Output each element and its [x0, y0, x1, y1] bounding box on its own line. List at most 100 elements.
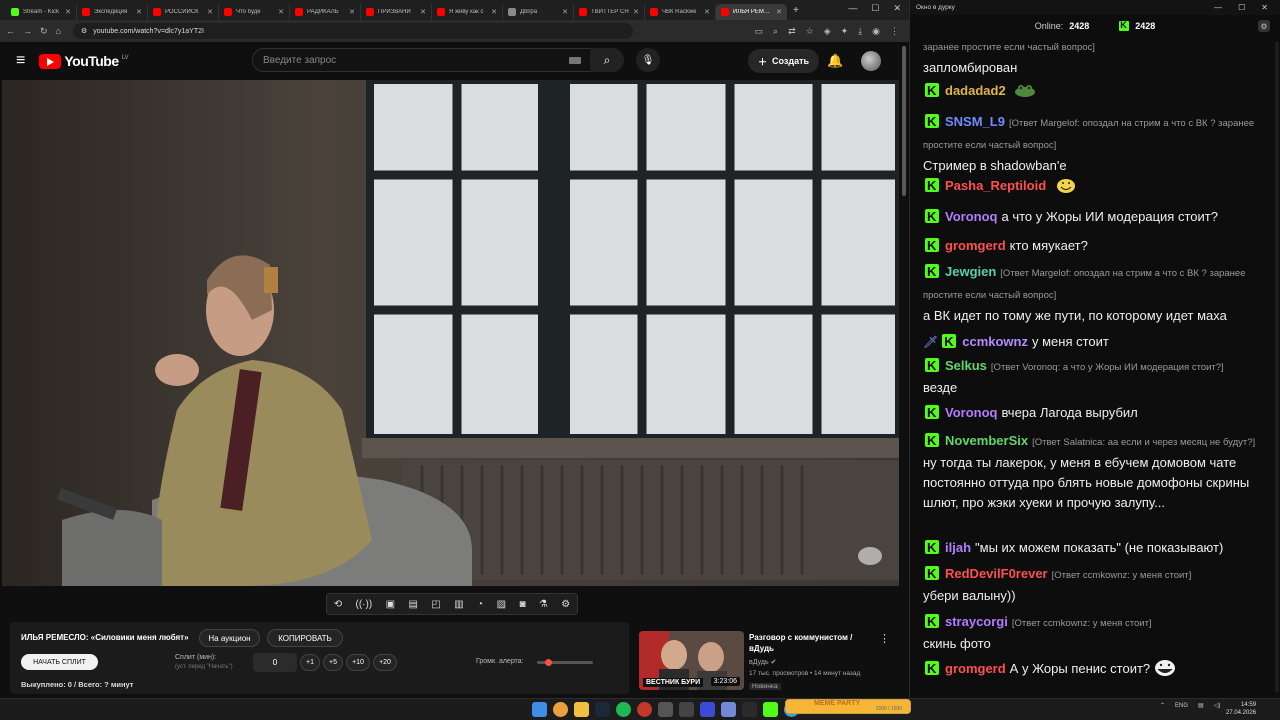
chat-username[interactable]: SNSM_L9 — [945, 114, 1005, 129]
tab-close-icon[interactable]: ✕ — [349, 8, 355, 16]
copy-button[interactable]: КОПИРОВАТЬ — [267, 629, 343, 647]
tab-close-icon[interactable]: ✕ — [278, 8, 284, 16]
browser-tab[interactable]: Stream - Kick ✕ — [6, 3, 77, 20]
language-indicator[interactable]: ENG — [1175, 703, 1188, 709]
page-scrollbar[interactable] — [901, 42, 907, 690]
obs-icon[interactable] — [637, 702, 652, 717]
browser-tab[interactable]: Я живу как с ✕ — [432, 3, 503, 20]
tab-close-icon[interactable]: ✕ — [136, 8, 142, 16]
notifications-bell-icon[interactable]: 🔔 — [827, 53, 843, 69]
chat-username[interactable]: gromgerd — [945, 661, 1006, 676]
forward-icon[interactable]: → — [23, 26, 32, 36]
app-icon[interactable] — [679, 702, 694, 717]
scrollbar-thumb[interactable] — [902, 46, 906, 196]
volume-icon[interactable]: ◁) — [1214, 702, 1221, 709]
media-icon[interactable] — [658, 702, 673, 717]
menu-icon[interactable]: ⋮ — [890, 26, 899, 37]
site-info-icon[interactable]: ⚙ — [81, 27, 87, 35]
tab-close-icon[interactable]: ✕ — [65, 8, 71, 16]
picture-in-picture-icon[interactable]: ▨ — [497, 599, 506, 610]
browser-tab[interactable]: ЧВК Rackwe ✕ — [645, 3, 716, 20]
add-5-button[interactable]: +5 — [323, 654, 343, 671]
kick-app-icon[interactable] — [763, 702, 778, 717]
tab-close-icon[interactable]: ✕ — [633, 8, 639, 16]
chat-username[interactable]: Voronoq — [945, 405, 997, 420]
start-split-button[interactable]: НАЧАТЬ СПЛИТ — [21, 654, 98, 670]
folder-icon[interactable] — [574, 702, 589, 717]
tab-close-icon[interactable]: ✕ — [562, 8, 568, 16]
chat-username[interactable]: iljah — [945, 540, 971, 555]
more-options-icon[interactable]: ⋮ — [879, 632, 890, 645]
voice-search-button[interactable]: 🎙 — [636, 48, 660, 72]
reload-icon[interactable]: ↻ — [40, 26, 48, 37]
chat-messages[interactable]: заранее простите если частый вопрос] запл… — [910, 36, 1280, 698]
discord-icon[interactable] — [721, 702, 736, 717]
back-icon[interactable]: ← — [6, 26, 15, 36]
hamburger-menu-icon[interactable]: ≡ — [16, 52, 25, 70]
chat-maximize-icon[interactable]: ☐ — [1238, 3, 1245, 12]
player-icon[interactable] — [700, 702, 715, 717]
chat-username[interactable]: Selkus — [945, 358, 987, 373]
download-icon[interactable]: ⤓ — [858, 26, 862, 37]
chat-username[interactable]: NovemberSix — [945, 433, 1028, 448]
resize-icon[interactable]: ◰ — [431, 599, 440, 610]
settings-gear-icon[interactable]: ⚙ — [561, 599, 570, 610]
audio-icon[interactable]: ((·)) — [356, 599, 373, 610]
keyboard-icon[interactable] — [569, 56, 581, 64]
chat-close-icon[interactable]: ✕ — [1261, 3, 1268, 12]
terminal-icon[interactable] — [742, 702, 757, 717]
profile-icon[interactable]: ◉ — [872, 26, 880, 37]
start-icon[interactable] — [532, 702, 547, 717]
recommendation-thumbnail[interactable]: ВЕСТНИК БУРИ 3:23:06 — [639, 631, 744, 690]
alert-volume-knob[interactable] — [545, 659, 553, 666]
cast-icon[interactable]: ▭ — [755, 26, 764, 37]
search-button[interactable]: ⌕ — [590, 48, 624, 72]
browser-tab[interactable]: РОССИЙСК ✕ — [148, 3, 219, 20]
tab-close-icon[interactable]: ✕ — [776, 8, 782, 16]
browser-tab[interactable]: Экспедиция ✕ — [77, 3, 148, 20]
bookmark-star-icon[interactable]: ☆ — [806, 26, 814, 37]
recommendation-channel[interactable]: вДудь ✔ — [749, 658, 776, 666]
clip-icon[interactable]: ▤ — [408, 599, 417, 610]
maximize-icon[interactable]: ☐ — [871, 3, 879, 14]
new-tab-icon[interactable]: + — [793, 5, 799, 16]
tab-close-icon[interactable]: ✕ — [420, 8, 426, 16]
add-10-button[interactable]: +10 — [346, 654, 370, 671]
browser-tab[interactable]: ТВИТТЕР СН ✕ — [574, 3, 645, 20]
tab-close-icon[interactable]: ✕ — [704, 8, 710, 16]
home-icon[interactable]: ⌂ — [56, 26, 61, 36]
chat-scrollbar[interactable] — [1275, 42, 1279, 692]
video-player[interactable] — [2, 80, 899, 586]
puzzle-icon[interactable]: ✦ — [841, 26, 849, 37]
avatar[interactable] — [861, 51, 881, 71]
add-1-button[interactable]: +1 — [300, 654, 320, 671]
browser-tab[interactable]: ПРИЗВАНИ ✕ — [361, 3, 432, 20]
camera-icon[interactable]: ◙ — [519, 599, 525, 610]
chat-username[interactable]: ccmkownz — [962, 334, 1028, 349]
browser-tab[interactable]: ИЛЬЯ РЕМЕС ✕ — [716, 3, 787, 20]
youtube-logo[interactable]: YouTube LV — [39, 53, 129, 69]
tab-close-icon[interactable]: ✕ — [491, 8, 497, 16]
minimize-icon[interactable]: — — [848, 3, 857, 14]
chat-username[interactable]: Jewgien — [945, 264, 996, 279]
chrome-icon[interactable] — [553, 702, 568, 717]
add-20-button[interactable]: +20 — [373, 654, 397, 671]
chat-username[interactable]: straycorgi — [945, 614, 1008, 629]
chat-settings-icon[interactable]: ⚙ — [1258, 20, 1270, 32]
chat-minimize-icon[interactable]: — — [1214, 3, 1222, 12]
browser-tab[interactable]: РАДИКАЛЬ ✕ — [290, 3, 361, 20]
zoom-icon[interactable]: ⌕ — [773, 26, 778, 37]
chat-username[interactable]: Pasha_Reptiloid — [945, 178, 1046, 193]
extension-icon[interactable]: ◈ — [824, 26, 831, 37]
url-field[interactable]: ⚙ youtube.com/watch?v=dlc7y1aYT2I — [72, 23, 633, 39]
loop-icon[interactable]: ⟲ — [334, 599, 342, 610]
flask-icon[interactable]: ⚗ — [539, 599, 548, 610]
speed-icon[interactable]: ◔ — [477, 599, 483, 610]
search-input[interactable]: Введите запрос — [252, 48, 592, 72]
tab-close-icon[interactable]: ✕ — [207, 8, 213, 16]
chat-username[interactable]: dadadad2 — [945, 83, 1006, 98]
steam-icon[interactable] — [595, 702, 610, 717]
clock[interactable]: 14:59 27.04.2026 — [1226, 701, 1256, 717]
chat-username[interactable]: RedDevilF0rever — [945, 566, 1048, 581]
screenshot-icon[interactable]: ▣ — [386, 599, 395, 610]
